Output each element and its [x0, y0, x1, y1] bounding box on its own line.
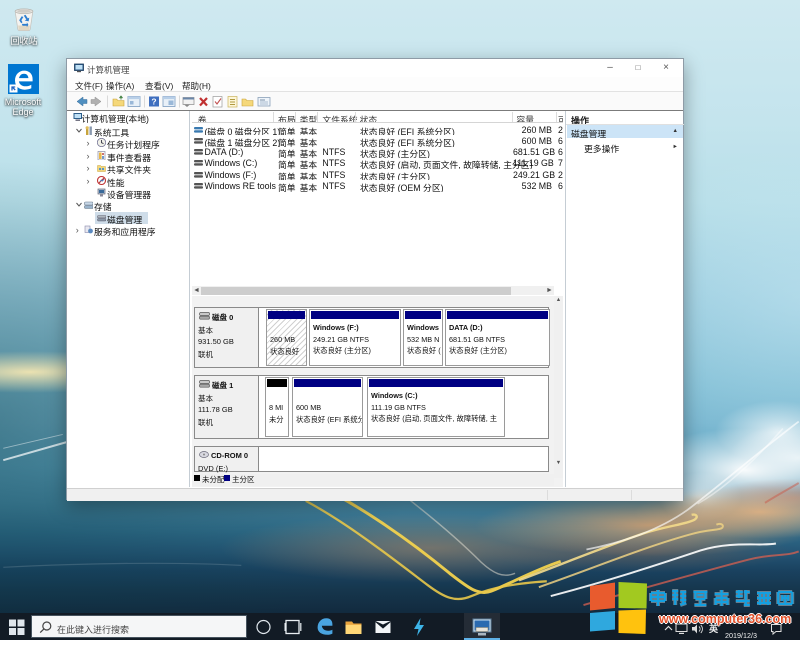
svg-text:?: ? [151, 97, 156, 107]
